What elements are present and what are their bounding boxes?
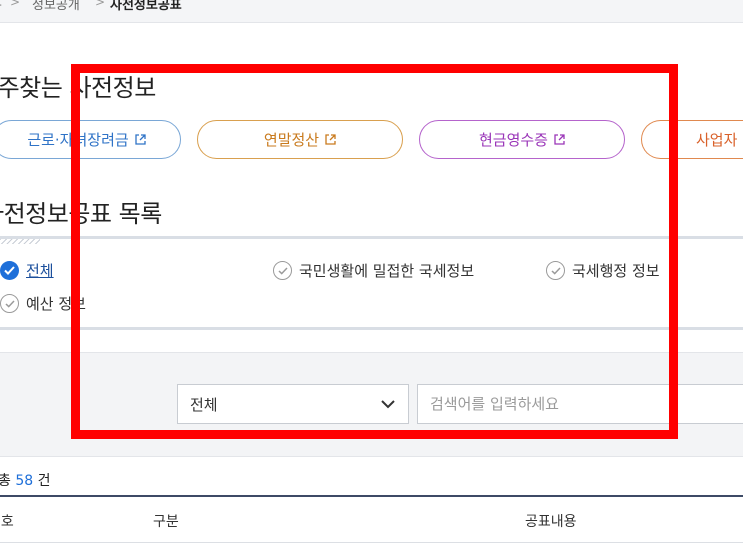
- breadcrumb-separator: >: [10, 0, 21, 9]
- search-category-select[interactable]: 전체: [177, 384, 409, 424]
- link-label: 연말정산: [263, 131, 320, 149]
- category-budget[interactable]: 예산 정보: [0, 293, 86, 314]
- breadcrumb-current: 사전정보공표: [110, 0, 182, 13]
- link-earned-income-credit[interactable]: 근로·자녀장려금: [0, 120, 181, 159]
- category-label: 국민생활에 밀접한 국세정보: [299, 262, 475, 280]
- breadcrumb-info-disclosure[interactable]: 정보공개: [32, 0, 80, 13]
- external-link-icon: [325, 134, 336, 145]
- category-label: 예산 정보: [26, 295, 86, 313]
- link-cash-receipt[interactable]: 현금영수증: [419, 120, 625, 159]
- breadcrumb-home[interactable]: 홈: [0, 0, 2, 13]
- table-top-border: [0, 495, 743, 497]
- check-circle-icon: [0, 294, 19, 313]
- frequent-section-title: 자주찾는 사전정보: [0, 74, 156, 102]
- chevron-down-icon: [380, 396, 396, 416]
- column-header-category: 구분: [153, 514, 179, 530]
- external-link-icon: [135, 134, 146, 145]
- check-circle-icon: [546, 261, 565, 280]
- decorative-hatch: [0, 239, 40, 244]
- link-business[interactable]: 사업자: [641, 120, 743, 159]
- link-label: 사업자: [696, 131, 738, 149]
- link-label: 현금영수증: [478, 131, 548, 149]
- count-prefix: 총: [0, 473, 11, 489]
- column-header-content: 공표내용: [525, 514, 577, 530]
- breadcrumb-separator: >: [95, 0, 106, 9]
- category-all[interactable]: 전체: [0, 260, 54, 281]
- count-suffix: 건: [37, 473, 51, 489]
- table-header-divider: [0, 542, 743, 543]
- link-year-end-settlement[interactable]: 연말정산: [197, 120, 403, 159]
- list-section-title: 사전정보공표 목록: [0, 200, 162, 228]
- check-circle-icon: [273, 261, 292, 280]
- category-label: 전체: [26, 262, 54, 280]
- divider: [0, 236, 743, 239]
- category-daily-life-tax-info[interactable]: 국민생활에 밀접한 국세정보: [273, 260, 474, 281]
- result-count: 총 58 건: [0, 470, 51, 490]
- check-circle-icon: [0, 261, 19, 280]
- link-label: 근로·자녀장려금: [27, 131, 129, 149]
- external-link-icon: [554, 134, 565, 145]
- category-tax-administration[interactable]: 국세행정 정보: [546, 260, 660, 281]
- count-number: 58: [15, 473, 34, 489]
- select-value: 전체: [190, 395, 218, 414]
- search-input[interactable]: [417, 384, 743, 424]
- divider: [0, 327, 743, 330]
- column-header-number: 번호: [0, 514, 14, 530]
- category-label: 국세행정 정보: [572, 262, 660, 280]
